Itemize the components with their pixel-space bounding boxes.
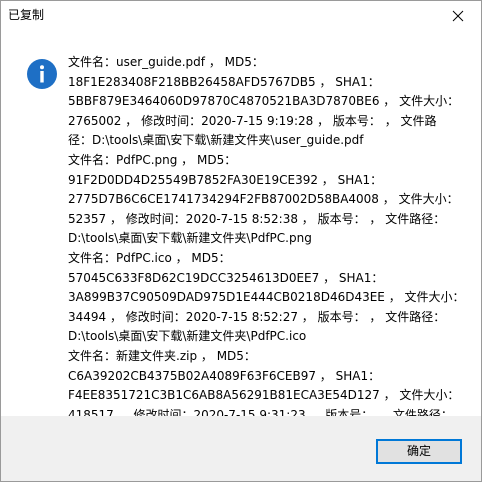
message-text: 文件名：user_guide.pdf ， MD5： 18F1E283408F218…	[68, 53, 468, 445]
message-line: C6A39202CB4375B02A4089F63F6CEB97 ， SHA1：	[68, 368, 381, 383]
message-line: 18F1E283408F218BB26458AFD5767DB5 ， SHA1：	[68, 74, 380, 89]
message-dialog: 已复制 文件名：user_guide.pdf ， MD5： 18F1E283408…	[0, 0, 482, 482]
title-bar: 已复制	[1, 1, 481, 31]
message-line: D:\tools\桌面\安下载\新建文件夹\PdfPC.ico	[68, 329, 307, 344]
message-line: 34494 ， 修改时间：2020-7-15 8:52:27 ， 版本号： ， …	[68, 309, 446, 324]
message-line: 径：D:\tools\桌面\安下载\新建文件夹\user_guide.pdf	[68, 133, 364, 148]
ok-button[interactable]: 确定	[376, 439, 462, 464]
message-line: 57045C633F8D62C19DCC3254613D0EE7 ， SHA1：	[68, 270, 384, 285]
message-line: 文件名：PdfPC.png ， MD5：	[68, 152, 237, 167]
message-line: 5BBF879E3464060D97870C4870521BA3D7870BE6…	[68, 94, 460, 109]
close-icon	[452, 10, 464, 22]
button-area: 确定	[1, 416, 481, 481]
message-line: 文件名：user_guide.pdf ， MD5：	[68, 55, 264, 69]
window-title: 已复制	[8, 8, 45, 22]
message-line: 91F2D0DD4D25549B7852FA30E19CE392 ， SHA1：	[68, 172, 383, 187]
close-button[interactable]	[435, 1, 481, 31]
message-line: 文件名：新建文件夹.zip ， MD5：	[68, 348, 256, 363]
message-line: 文件名：PdfPC.ico ， MD5：	[68, 250, 231, 265]
info-icon	[27, 59, 57, 89]
message-line: 52357 ， 修改时间：2020-7-15 8:52:38 ， 版本号： ， …	[68, 211, 446, 226]
message-line: 2765002 ， 修改时间：2020-7-15 9:19:28 ， 版本号： …	[68, 113, 437, 128]
message-line: 2775D7B6C6CE1741734294F2FB87002D58BA4008…	[68, 192, 459, 207]
message-line: D:\tools\桌面\安下载\新建文件夹\PdfPC.png	[68, 231, 312, 246]
message-line: F4EE8351721C3B1C6AB8A56291B81ECA3E54D127…	[68, 388, 460, 403]
message-line: 3A899B37C90509DAD975D1E444CB0218D46D43EE…	[68, 290, 465, 305]
